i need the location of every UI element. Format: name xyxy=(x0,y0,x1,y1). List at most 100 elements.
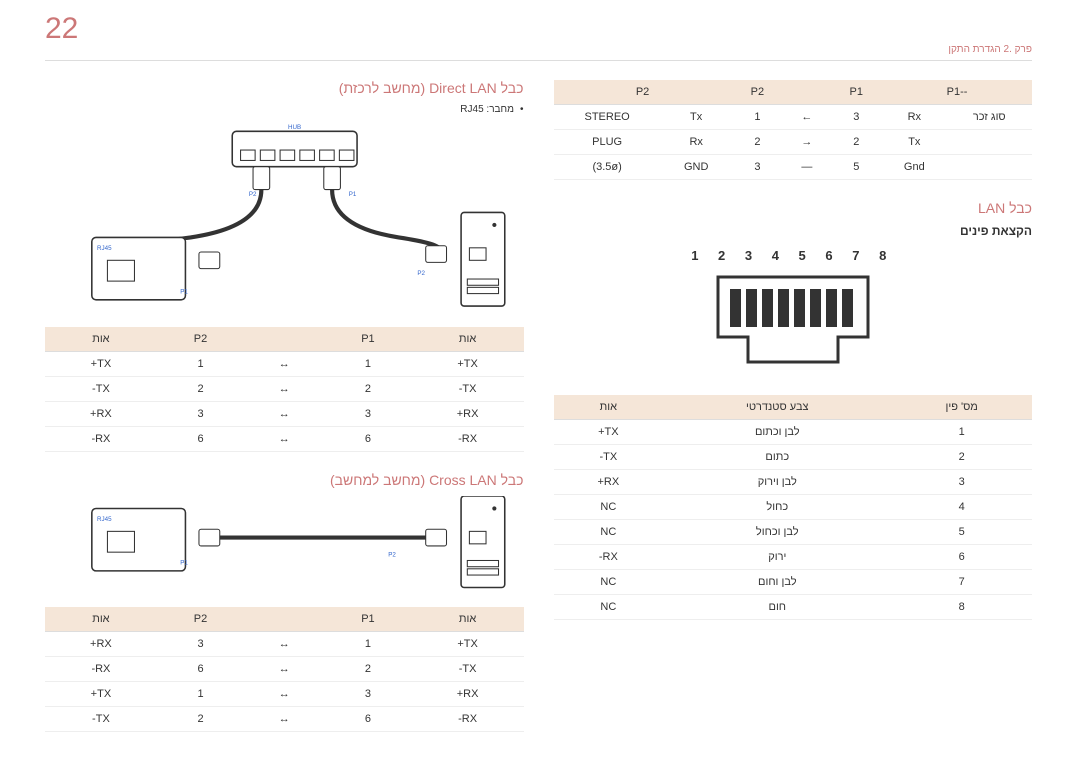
table-cell: 5 xyxy=(891,520,1032,545)
table-cell: Rx xyxy=(661,130,732,155)
table-header: אות xyxy=(412,607,524,632)
table-cell: RX+ xyxy=(45,402,157,427)
table-cell: TX+ xyxy=(45,352,157,377)
table-cell: 3 xyxy=(157,631,244,656)
table-row: (3.5ø)GND3—5Gnd xyxy=(554,155,1033,180)
table-row: TX+לבן וכתום1 xyxy=(554,420,1033,445)
table-cell: 8 xyxy=(891,595,1032,620)
table-cell: סוג זכר xyxy=(947,105,1032,130)
table-cell: RX+ xyxy=(412,681,524,706)
table-cell: ↔ xyxy=(244,656,324,681)
table-cell: 6 xyxy=(324,427,411,452)
table-cell: ↔ xyxy=(244,427,324,452)
table-cell: TX+ xyxy=(554,420,664,445)
pin-assignment-table: אותצבע סטנדרטימס' פין TX+לבן וכתום1TX-כת… xyxy=(554,395,1033,620)
table-header: אות xyxy=(412,327,524,352)
table-cell: TX- xyxy=(554,445,664,470)
table-cell: PLUG xyxy=(554,130,661,155)
direct-lan-title: כבל Direct LAN (מחשב לרכזת) xyxy=(45,80,524,96)
table-cell: RX- xyxy=(412,427,524,452)
table-cell: 6 xyxy=(157,656,244,681)
table-cell: 6 xyxy=(891,545,1032,570)
table-cell: 1 xyxy=(732,105,784,130)
table-cell: RX- xyxy=(45,427,157,452)
stereo-table: P2P2P1P1-- STEREOTx1←3Rxסוג זכרPLUGRx2→2… xyxy=(554,80,1033,180)
table-cell: TX- xyxy=(412,377,524,402)
table-cell: ↔ xyxy=(244,352,324,377)
table-row: TX+1↔1TX+ xyxy=(45,352,524,377)
lan-cable-title: כבל LAN xyxy=(554,200,1033,216)
rj45-connector-icon xyxy=(708,267,878,377)
table-cell: 2 xyxy=(157,377,244,402)
header-text: פרק .2 הגדרת התקן xyxy=(948,44,1032,55)
table-row: TX-כתום2 xyxy=(554,445,1033,470)
table-cell: 2 xyxy=(891,445,1032,470)
cross-lan-title: כבל Cross LAN (מחשב למחשב) xyxy=(45,472,524,488)
table-cell: → xyxy=(783,130,830,155)
table-cell: לבן וחום xyxy=(663,570,891,595)
table-row: TX-2↔2TX- xyxy=(45,377,524,402)
svg-text:P1: P1 xyxy=(349,191,357,198)
table-cell: 6 xyxy=(324,706,411,731)
table-row: RX-ירוק6 xyxy=(554,545,1033,570)
table-header: P1 xyxy=(324,327,411,352)
table-cell: TX+ xyxy=(45,681,157,706)
table-cell: 1 xyxy=(324,631,411,656)
header-divider xyxy=(45,60,1032,61)
table-cell: Rx xyxy=(882,105,946,130)
table-row: NCלבן וחום7 xyxy=(554,570,1033,595)
table-cell: 2 xyxy=(324,377,411,402)
table-cell xyxy=(947,155,1032,180)
table-cell: ירוק xyxy=(663,545,891,570)
table-header xyxy=(244,607,324,632)
table-row: NCחום8 xyxy=(554,595,1033,620)
table-cell: 3 xyxy=(157,402,244,427)
table-cell: TX- xyxy=(45,706,157,731)
table-row: RX+3↔3RX+ xyxy=(45,402,524,427)
svg-text:RJ45: RJ45 xyxy=(97,245,112,252)
table-cell: 6 xyxy=(157,427,244,452)
table-row: TX+1↔3RX+ xyxy=(45,681,524,706)
table-cell: (3.5ø) xyxy=(554,155,661,180)
table-cell: 7 xyxy=(891,570,1032,595)
table-cell: 1 xyxy=(157,681,244,706)
table-cell: לבן וכחול xyxy=(663,520,891,545)
table-cell: RX- xyxy=(412,706,524,731)
table-cell: ↔ xyxy=(244,706,324,731)
table-header: P2 xyxy=(732,80,784,105)
table-cell: כתום xyxy=(663,445,891,470)
table-header: צבע סטנדרטי xyxy=(663,395,891,420)
table-cell: 3 xyxy=(891,470,1032,495)
cross-lan-diagram: RJ45 P1 P2 xyxy=(45,496,524,590)
table-cell: TX- xyxy=(45,377,157,402)
table-row: PLUGRx2→2Tx xyxy=(554,130,1033,155)
svg-text:P2: P2 xyxy=(249,191,257,198)
direct-lan-diagram: HUB P2 P1 RJ45 P1 xyxy=(45,123,524,310)
pin-assignment-sub: הקצאת פינים xyxy=(554,224,1033,238)
table-cell: 3 xyxy=(324,681,411,706)
svg-text:P2: P2 xyxy=(388,552,396,559)
table-cell: TX+ xyxy=(412,352,524,377)
right-column: P2P2P1P1-- STEREOTx1←3Rxסוג זכרPLUGRx2→2… xyxy=(554,80,1033,752)
table-cell: 3 xyxy=(732,155,784,180)
table-cell: Tx xyxy=(882,130,946,155)
table-cell: לבן וירוק xyxy=(663,470,891,495)
table-header: אות xyxy=(554,395,664,420)
table-cell: 5 xyxy=(830,155,882,180)
table-header: P2 xyxy=(157,327,244,352)
table-cell: NC xyxy=(554,495,664,520)
svg-text:P1: P1 xyxy=(180,560,188,567)
svg-text:HUB: HUB xyxy=(288,124,301,131)
table-cell: כחול xyxy=(663,495,891,520)
svg-text:RJ45: RJ45 xyxy=(97,516,112,523)
direct-lan-table: אותP2P1אות TX+1↔1TX+TX-2↔2TX-RX+3↔3RX+RX… xyxy=(45,327,524,452)
table-cell: Tx xyxy=(661,105,732,130)
table-cell: חום xyxy=(663,595,891,620)
table-cell: 3 xyxy=(830,105,882,130)
table-row: NCכחול4 xyxy=(554,495,1033,520)
table-cell: Gnd xyxy=(882,155,946,180)
table-header: מס' פין xyxy=(891,395,1032,420)
table-header: P1-- xyxy=(882,80,1032,105)
table-cell: TX- xyxy=(412,656,524,681)
table-header: P2 xyxy=(157,607,244,632)
